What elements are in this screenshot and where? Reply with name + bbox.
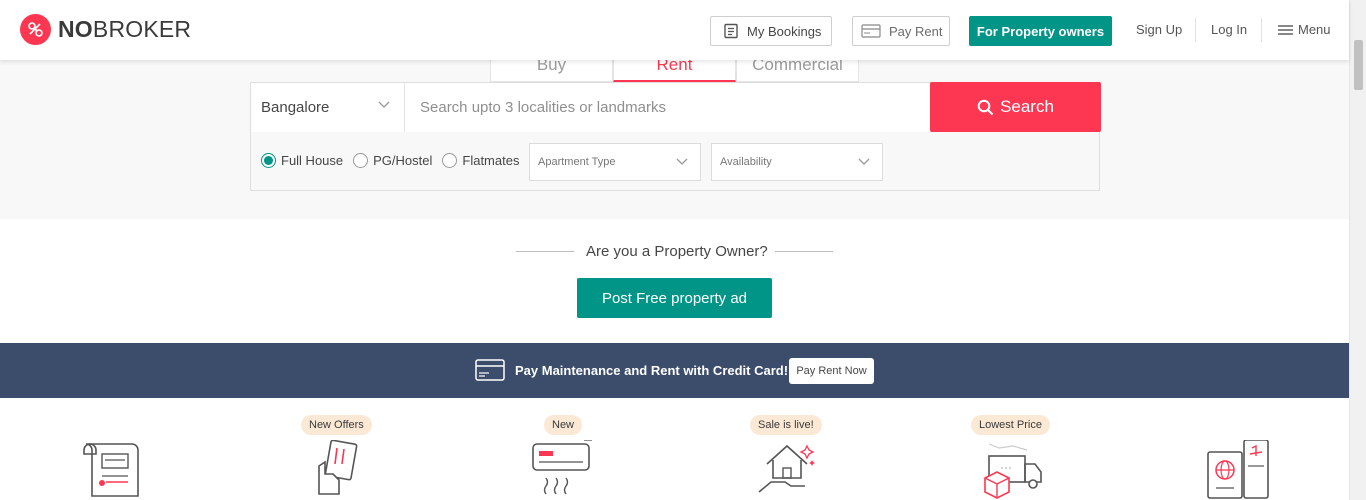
availability-label: Availability (720, 156, 772, 168)
my-bookings-button[interactable]: My Bookings (710, 16, 832, 46)
top-header: NOBROKER My Bookings Pay Rent For Proper… (0, 0, 1349, 60)
search-tabs: Buy Rent Commercial (490, 58, 859, 82)
pay-rent-now-label: Pay Rent Now (796, 365, 867, 377)
city-value: Bangalore (261, 99, 330, 116)
locality-search-input[interactable] (405, 83, 930, 132)
logo-icon (20, 14, 51, 45)
banner-text: Pay Maintenance and Rent with Credit Car… (515, 363, 789, 378)
badge-lowest-price: Lowest Price (971, 415, 1050, 435)
sign-up-link[interactable]: Sign Up (1136, 22, 1182, 37)
radio-label: PG/Hostel (373, 153, 433, 168)
nobroker-logo[interactable]: NOBROKER (20, 14, 191, 45)
menu-label: Menu (1298, 22, 1331, 37)
radio-flatmates[interactable]: Flatmates (442, 153, 519, 168)
city-select[interactable]: Bangalore (251, 83, 405, 132)
tab-commercial[interactable]: Commercial (736, 58, 859, 82)
credit-card-icon (475, 359, 505, 381)
divider-line (775, 251, 833, 252)
log-in-link[interactable]: Log In (1211, 22, 1247, 37)
rental-agreement-icon[interactable] (82, 440, 144, 500)
card-icon (861, 24, 881, 38)
packers-movers-icon[interactable] (981, 440, 1045, 500)
bookings-icon (724, 23, 738, 39)
apartment-type-dropdown[interactable]: Apartment Type (529, 143, 701, 181)
pay-rent-icon[interactable] (313, 440, 361, 500)
tab-rent[interactable]: Rent (613, 58, 736, 82)
scrollbar-thumb[interactable] (1354, 40, 1363, 90)
search-button-label: Search (1000, 97, 1054, 116)
availability-dropdown[interactable]: Availability (711, 143, 883, 181)
pay-rent-label: Pay Rent (889, 23, 943, 39)
chevron-down-icon (858, 158, 870, 165)
for-property-owners-label: For Property owners (976, 23, 1105, 39)
apartment-type-label: Apartment Type (538, 156, 616, 168)
for-property-owners-button[interactable]: For Property owners (969, 16, 1112, 46)
logo-text: NOBROKER (58, 16, 192, 42)
radio-pg-hostel[interactable]: PG/Hostel (353, 153, 432, 168)
header-divider (1195, 18, 1196, 42)
divider-line (516, 251, 574, 252)
post-free-ad-button[interactable]: Post Free property ad (577, 278, 772, 318)
owner-question: Are you a Property Owner? (586, 243, 768, 260)
badge-sale-live: Sale is live! (750, 415, 822, 435)
passport-icon[interactable] (1206, 440, 1270, 500)
my-bookings-label: My Bookings (747, 23, 822, 39)
radio-label: Full House (281, 153, 344, 168)
search-section: Buy Rent Commercial Bangalore Search Ful… (0, 58, 1349, 219)
radio-label: Flatmates (462, 153, 520, 168)
search-box: Bangalore Search Full House PG/Hostel (250, 82, 1101, 191)
post-free-ad-label: Post Free property ad (601, 289, 748, 307)
menu-button[interactable]: Menu (1278, 22, 1331, 37)
badge-new: New (544, 415, 583, 435)
home-service-icon[interactable] (757, 440, 819, 500)
ac-service-icon[interactable] (530, 440, 592, 500)
chevron-down-icon (676, 158, 688, 165)
radio-indicator (442, 153, 458, 168)
page-scrollbar[interactable] (1349, 0, 1366, 500)
tab-buy[interactable]: Buy (490, 58, 613, 82)
search-icon (977, 99, 994, 115)
badge-new-offers: New Offers (301, 415, 372, 435)
chevron-down-icon (378, 101, 390, 108)
pay-rent-button[interactable]: Pay Rent (852, 16, 950, 46)
pay-rent-now-button[interactable]: Pay Rent Now (789, 358, 874, 384)
search-button[interactable]: Search (930, 82, 1101, 132)
hamburger-icon (1278, 24, 1293, 35)
page: NOBROKER My Bookings Pay Rent For Proper… (0, 0, 1366, 500)
property-type-radios: Full House PG/Hostel Flatmates (261, 153, 529, 168)
services-row: New Offers New Sale is live! Lowest Pric… (0, 398, 1349, 500)
pay-rent-banner: Pay Maintenance and Rent with Credit Car… (0, 343, 1349, 398)
radio-indicator (353, 153, 369, 168)
header-divider (1261, 18, 1262, 42)
property-owner-section: Are you a Property Owner? Post Free prop… (0, 219, 1349, 343)
radio-indicator (261, 153, 276, 168)
radio-full-house[interactable]: Full House (261, 153, 343, 168)
